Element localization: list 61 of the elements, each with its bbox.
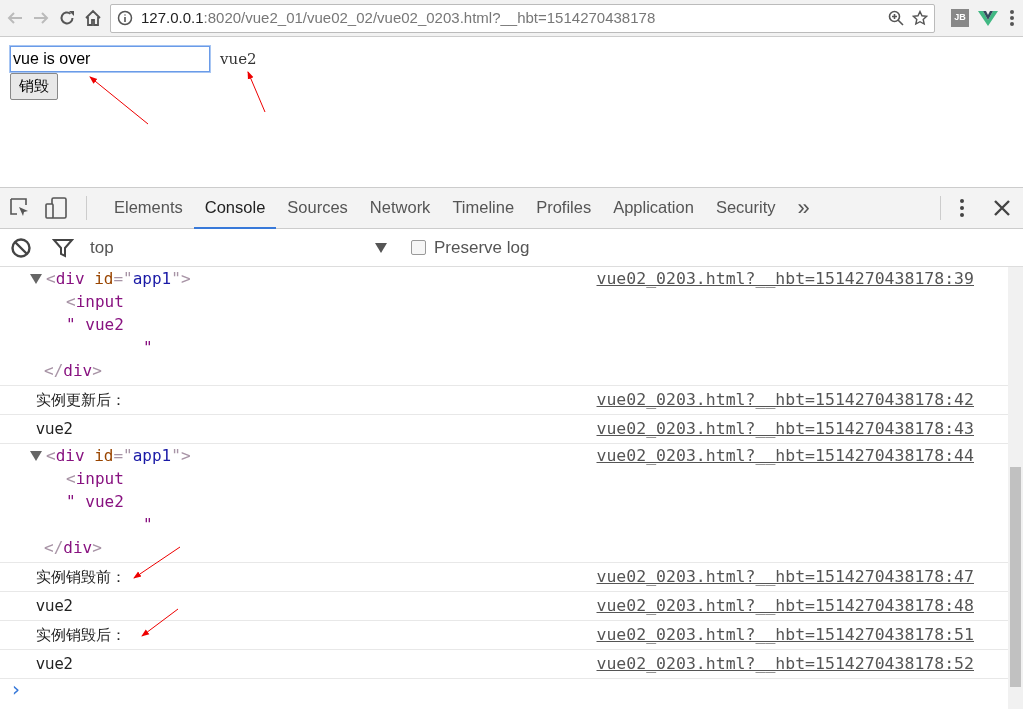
reload-icon[interactable] <box>58 9 76 27</box>
log-message: 实例销毁后： <box>36 625 126 646</box>
info-icon <box>117 10 133 26</box>
source-link[interactable]: vue02_0203.html?__hbt=1514270438178:39 <box>596 267 974 385</box>
annotation-arrow <box>247 71 266 113</box>
devtools-tab[interactable]: Elements <box>103 187 194 229</box>
element-child-node[interactable]: <input <box>66 290 597 313</box>
devtools-tab[interactable]: Timeline <box>441 187 526 229</box>
source-link[interactable]: vue02_0203.html?__hbt=1514270438178:52 <box>596 650 974 678</box>
element-child-node[interactable]: <input <box>66 467 597 490</box>
filter-icon[interactable] <box>52 236 74 259</box>
url-text: 127.0.0.1:8020/vue2_01/vue02_02/vue02_0203.html?__hbt=1514270438178 <box>141 7 657 28</box>
annotation-arrow <box>89 76 149 125</box>
annotation-arrow <box>133 546 181 579</box>
star-icon[interactable] <box>912 10 928 26</box>
more-menu-icon[interactable] <box>1007 8 1017 28</box>
more-tabs-button[interactable]: » <box>786 187 821 229</box>
clear-console-icon[interactable] <box>10 236 32 259</box>
preserve-log-checkbox[interactable]: Preserve log <box>411 234 530 261</box>
device-icon[interactable] <box>44 196 70 220</box>
devtools-tab[interactable]: Sources <box>276 187 359 229</box>
extension-button[interactable]: JB <box>951 9 969 27</box>
source-link[interactable]: vue02_0203.html?__hbt=1514270438178:43 <box>596 415 974 443</box>
address-bar[interactable]: 127.0.0.1:8020/vue2_01/vue02_02/vue02_0203.html?__hbt=1514270438178 <box>110 3 935 33</box>
destroy-button[interactable]: 销毁 <box>10 73 58 100</box>
devtools-tab[interactable]: Application <box>602 187 705 229</box>
log-message: vue2 <box>36 419 74 440</box>
source-link[interactable]: vue02_0203.html?__hbt=1514270438178:44 <box>596 444 974 562</box>
bound-text: vue2 <box>220 48 257 70</box>
source-link[interactable]: vue02_0203.html?__hbt=1514270438178:42 <box>596 386 974 414</box>
zoom-icon[interactable] <box>888 10 904 26</box>
close-icon[interactable] <box>993 199 1011 217</box>
context-dropdown[interactable]: top <box>90 234 387 261</box>
element-close-tag[interactable]: </div> <box>36 359 597 382</box>
expand-triangle-icon[interactable] <box>30 450 42 461</box>
v-logo-icon[interactable] <box>977 9 999 27</box>
source-link[interactable]: vue02_0203.html?__hbt=1514270438178:48 <box>596 592 974 620</box>
console-prompt[interactable]: › <box>0 679 1008 699</box>
element-child-node[interactable]: " vue2 " <box>66 313 597 359</box>
text-input[interactable]: vue is over <box>10 46 210 72</box>
devtools-tab[interactable]: Security <box>704 187 787 229</box>
devtools-tab[interactable]: Profiles <box>525 187 603 229</box>
dropdown-caret-icon <box>375 242 387 253</box>
source-link[interactable]: vue02_0203.html?__hbt=1514270438178:47 <box>596 563 974 591</box>
log-message: vue2 <box>36 654 74 675</box>
element-child-node[interactable]: " vue2 " <box>66 490 597 536</box>
source-link[interactable]: vue02_0203.html?__hbt=1514270438178:51 <box>596 621 974 649</box>
scrollbar-thumb[interactable] <box>1010 467 1021 687</box>
devtools-tab[interactable]: Console <box>193 187 277 229</box>
expand-triangle-icon[interactable] <box>30 273 42 284</box>
log-message: vue2 <box>36 596 74 617</box>
more-menu-icon[interactable] <box>957 197 967 219</box>
element-close-tag[interactable]: </div> <box>36 536 597 559</box>
log-message: 实例更新后： <box>36 390 126 411</box>
home-icon[interactable] <box>84 9 102 27</box>
element-open-tag[interactable]: <div id="app1"> <box>44 267 191 290</box>
scrollbar[interactable] <box>1008 267 1023 709</box>
annotation-arrow <box>141 608 179 637</box>
log-message: 实例销毁前： <box>36 567 126 588</box>
element-open-tag[interactable]: <div id="app1"> <box>44 444 191 467</box>
devtools-tab[interactable]: Network <box>358 187 442 229</box>
